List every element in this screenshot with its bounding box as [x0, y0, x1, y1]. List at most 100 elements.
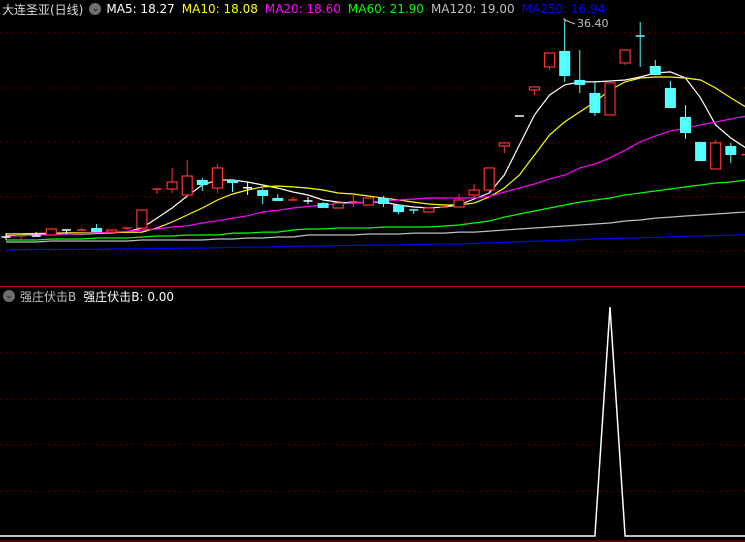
indicator-value: 强庄伏击B: 0.00 — [83, 289, 175, 304]
candle — [574, 49, 586, 93]
candle-body-down — [378, 197, 389, 205]
ma10-label: MA10: 18.08 — [181, 2, 258, 16]
candle-body-up — [498, 142, 510, 147]
candle — [362, 197, 374, 206]
indicator-name: 强庄伏击B — [20, 289, 77, 304]
candle-body-up — [528, 86, 541, 91]
candle-body-up — [332, 202, 344, 209]
indicator-header: ⌄ 强庄伏击B 强庄伏击B: 0.00 — [0, 287, 181, 305]
ma5-label: MA5: 18.27 — [106, 2, 175, 16]
candle — [91, 224, 103, 233]
candle — [528, 86, 541, 95]
candle-body-down — [589, 92, 601, 113]
candlesticks — [1, 20, 745, 241]
candle — [710, 139, 722, 170]
candle — [77, 227, 86, 231]
candle-body-down — [393, 205, 405, 212]
candle — [196, 178, 208, 192]
ma20-line — [5, 115, 745, 237]
high-price-marker: 36.40 — [563, 17, 609, 30]
ma20-label: MA20: 18.60 — [264, 2, 341, 16]
chart-canvas[interactable]: 36.40 — [0, 0, 745, 542]
indicator-plot — [0, 306, 745, 537]
candle — [409, 209, 419, 214]
candle-body-down — [574, 79, 586, 85]
ma250-label: MA250: 16.94 — [521, 2, 606, 16]
candle — [211, 164, 223, 194]
candle-body-up — [468, 189, 480, 196]
candle-body-up — [45, 228, 57, 236]
candle — [589, 80, 601, 117]
candle — [423, 207, 435, 213]
candle — [483, 167, 495, 193]
candle — [635, 21, 645, 67]
candle-body-down — [725, 146, 737, 155]
candle-body-down — [91, 227, 103, 233]
ma250-line — [5, 234, 745, 251]
candle-body-up — [604, 82, 616, 116]
candle — [439, 205, 449, 208]
moving-average-lines — [5, 71, 745, 251]
candle — [393, 205, 405, 214]
candle-body-up — [106, 229, 118, 233]
candle-body-down — [695, 141, 707, 162]
candle-body-down — [257, 190, 269, 196]
indicator-line — [0, 306, 745, 537]
candle — [332, 202, 344, 209]
candle — [16, 234, 26, 241]
candle — [604, 82, 616, 116]
candle — [272, 194, 284, 201]
candle — [122, 227, 132, 230]
candle — [543, 52, 556, 70]
candle — [181, 160, 193, 198]
candle — [45, 227, 57, 237]
candle — [152, 188, 162, 195]
candle-body-down — [559, 50, 571, 76]
candle-body-up — [710, 142, 722, 170]
candle-body-up — [136, 209, 148, 229]
candle — [468, 183, 480, 198]
chevron-down-circle-icon[interactable]: ⌄ — [3, 290, 15, 302]
candle — [136, 209, 148, 229]
candle-body-up — [453, 199, 465, 208]
candle-body-up — [166, 181, 178, 190]
ma60-label: MA60: 21.90 — [347, 2, 424, 16]
high-price-label: 36.40 — [577, 17, 609, 30]
candle — [227, 180, 238, 193]
candle — [317, 202, 329, 209]
candle — [725, 142, 737, 164]
chart-title: 大连圣亚(日线) — [2, 2, 84, 17]
main-chart-header: 大连圣亚(日线) ⌄ MA5: 18.27 MA10: 18.08 MA20: … — [0, 0, 612, 18]
candle — [166, 167, 178, 194]
candle-body-up — [362, 197, 374, 206]
candle — [348, 194, 358, 208]
candle — [288, 196, 298, 201]
candle-body-down — [664, 88, 676, 108]
candle — [680, 104, 691, 139]
ma10-line — [5, 76, 745, 235]
ma120-label: MA120: 19.00 — [430, 2, 515, 16]
candle-body-down — [317, 203, 329, 209]
candle-body-down — [680, 116, 691, 134]
candle — [619, 49, 631, 65]
candle-body-up — [619, 49, 631, 64]
candle-body-down — [649, 65, 661, 75]
candle — [559, 20, 571, 82]
candle-body-up — [543, 52, 556, 68]
candle-body-up — [483, 167, 495, 191]
candle — [303, 196, 313, 205]
candle — [243, 181, 253, 196]
candle-body-down — [227, 180, 238, 183]
candle — [453, 194, 465, 208]
candle — [664, 80, 676, 108]
candle — [498, 142, 510, 153]
candle-body-down — [196, 180, 208, 185]
candle-body-up — [211, 167, 223, 189]
ma5-line — [5, 71, 745, 237]
candle — [695, 141, 707, 162]
candle — [649, 59, 661, 75]
candle-body-up — [423, 207, 435, 213]
candle-body-down — [272, 197, 284, 201]
chevron-down-circle-icon[interactable]: ⌄ — [89, 3, 102, 15]
candle-body-up — [181, 175, 193, 196]
